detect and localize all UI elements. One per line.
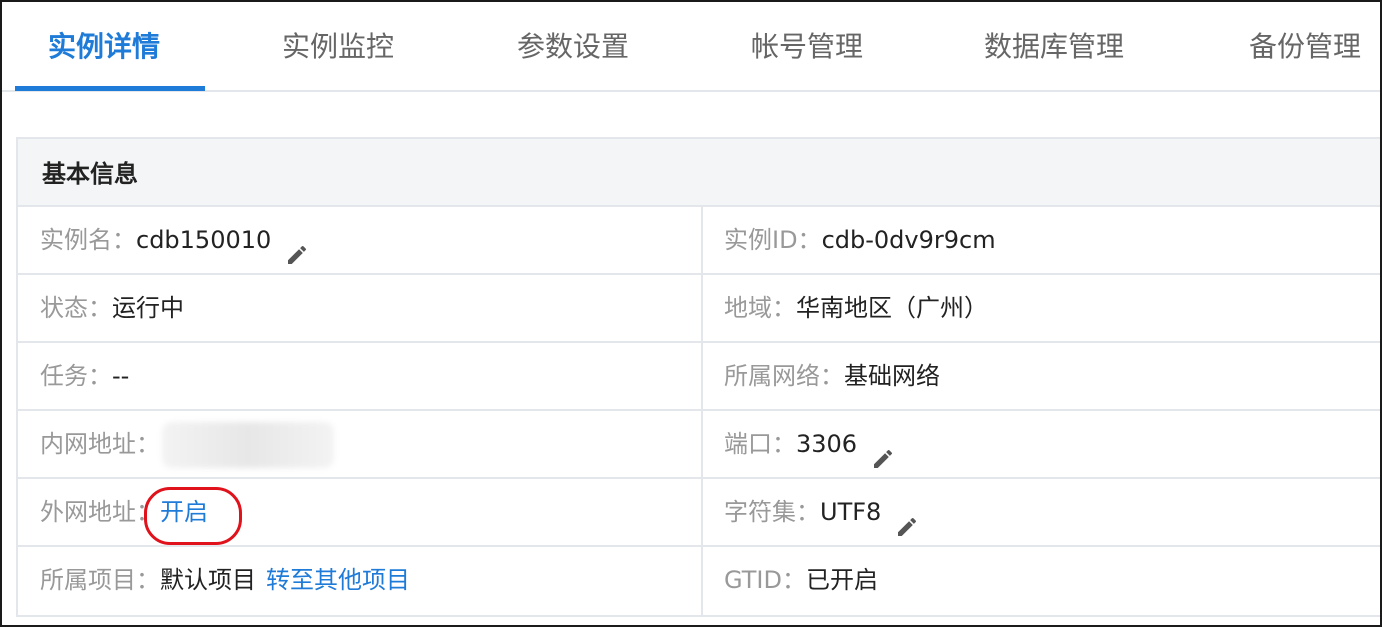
- instance-name-field: 实例名：cdb150010: [40, 207, 309, 273]
- instance-name-label: 实例名：: [40, 226, 136, 254]
- port-field: 端口：3306: [724, 411, 895, 477]
- charset-label: 字符集：: [724, 498, 820, 526]
- region-value: 华南地区（广州）: [796, 294, 988, 322]
- gtid-label: GTID：: [724, 566, 806, 594]
- info-row: 状态：运行中 地域：华南地区（广州）: [18, 275, 1380, 343]
- info-row: 任务：-- 所属网络：基础网络: [18, 343, 1380, 411]
- project-field: 所属项目：默认项目 转至其他项目: [40, 547, 410, 613]
- charset-field: 字符集：UTF8: [724, 479, 919, 545]
- column-divider: [701, 411, 703, 477]
- status-field: 状态：运行中: [40, 275, 184, 341]
- network-value: 基础网络: [844, 362, 940, 390]
- instance-id-label: 实例ID：: [724, 226, 822, 254]
- region-label: 地域：: [724, 294, 796, 322]
- status-label: 状态：: [40, 294, 112, 322]
- project-value: 默认项目: [160, 566, 256, 594]
- pencil-icon[interactable]: [285, 226, 309, 264]
- basic-info-panel: 基本信息 实例名：cdb150010 实例ID：cdb-0dv9r9cm 状态：…: [16, 137, 1380, 617]
- public-address-field: 外网地址：开启: [40, 479, 242, 545]
- tab-bar: 实例详情 实例监控 参数设置 帐号管理 数据库管理 备份管理: [2, 2, 1380, 92]
- tab-instance-monitoring[interactable]: 实例监控: [282, 2, 394, 90]
- instance-id-value: cdb-0dv9r9cm: [821, 226, 996, 254]
- public-address-label: 外网地址：: [40, 498, 160, 526]
- pencil-icon[interactable]: [895, 498, 919, 536]
- charset-value: UTF8: [820, 498, 882, 526]
- column-divider: [701, 547, 703, 615]
- region-field: 地域：华南地区（广州）: [724, 275, 988, 341]
- task-field: 任务：--: [40, 343, 129, 409]
- tab-parameter-settings[interactable]: 参数设置: [517, 2, 629, 90]
- active-tab-indicator: [15, 86, 205, 91]
- instance-name-value: cdb150010: [136, 226, 272, 254]
- tab-backup-management[interactable]: 备份管理: [1249, 2, 1361, 90]
- network-label: 所属网络：: [724, 362, 844, 390]
- task-value: --: [112, 362, 130, 390]
- enable-public-address-link[interactable]: 开启: [144, 479, 242, 545]
- tab-instance-details[interactable]: 实例详情: [48, 2, 160, 90]
- gtid-value: 已开启: [805, 566, 878, 594]
- column-divider: [701, 275, 703, 341]
- port-value: 3306: [796, 430, 858, 458]
- panel-title: 基本信息: [18, 139, 1380, 207]
- column-divider: [701, 479, 703, 545]
- pencil-icon[interactable]: [871, 430, 895, 468]
- private-address-field: 内网地址：: [40, 411, 334, 477]
- port-label: 端口：: [724, 430, 796, 458]
- info-row: 实例名：cdb150010 实例ID：cdb-0dv9r9cm: [18, 207, 1380, 275]
- private-address-redacted: [162, 422, 334, 468]
- instance-detail-page: 实例详情 实例监控 参数设置 帐号管理 数据库管理 备份管理 基本信息 实例名：…: [0, 0, 1382, 627]
- tab-account-management[interactable]: 帐号管理: [751, 2, 863, 90]
- network-field: 所属网络：基础网络: [724, 343, 940, 409]
- gtid-field: GTID：已开启: [724, 547, 878, 613]
- column-divider: [701, 343, 703, 409]
- info-row: 外网地址：开启 字符集：UTF8: [18, 479, 1380, 547]
- tab-database-management[interactable]: 数据库管理: [984, 2, 1124, 90]
- instance-id-field: 实例ID：cdb-0dv9r9cm: [724, 207, 996, 273]
- project-label: 所属项目：: [40, 566, 160, 594]
- task-label: 任务：: [40, 362, 112, 390]
- private-address-label: 内网地址：: [40, 430, 160, 458]
- info-row: 内网地址： 端口：3306: [18, 411, 1380, 479]
- info-row: 所属项目：默认项目 转至其他项目 GTID：已开启: [18, 547, 1380, 615]
- column-divider: [701, 207, 703, 273]
- move-project-link[interactable]: 转至其他项目: [266, 566, 410, 594]
- status-value: 运行中: [112, 294, 184, 322]
